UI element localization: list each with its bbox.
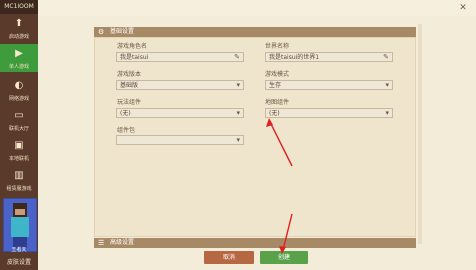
game-name-field[interactable]: 我是taisui ✎ <box>116 52 244 62</box>
rocket-icon: ⬆ <box>14 18 24 29</box>
window-topbar: ✕ <box>38 0 476 16</box>
component-pack-label: 组件包 <box>117 127 136 134</box>
chevron-down-icon: ▾ <box>236 81 240 89</box>
sidebar-item-rent[interactable]: ▥ 租赁服游戏 <box>0 166 38 194</box>
sidebar: MC1IOOM ⬆ 启动游戏 ▶ 单人游戏 ◐ 网络游戏 ▭ 联机大厅 ▣ 本地… <box>0 0 38 270</box>
sidebar-item-local[interactable]: ▣ 本地联机 <box>0 136 38 164</box>
game-mode-select[interactable]: 生存 ▾ <box>265 80 393 90</box>
basic-settings-title: 基础设置 <box>110 28 135 35</box>
version-label: 游戏版本 <box>117 71 142 78</box>
avatar[interactable] <box>3 198 37 252</box>
sidebar-item-label: 本地联机 <box>8 156 29 162</box>
gear-icon: ⚙ <box>98 28 105 36</box>
server-icon: ▥ <box>14 170 24 181</box>
monitor-icon: ▣ <box>14 140 24 151</box>
chat-icon: ▭ <box>14 110 24 121</box>
close-icon[interactable]: ✕ <box>458 3 468 13</box>
basic-settings-header: ⚙ 基础设置 <box>94 27 416 37</box>
app-brand: MC1IOOM <box>0 0 38 14</box>
advanced-settings-title: 高级设置 <box>110 239 135 246</box>
sidebar-item-network[interactable]: ◐ 网络游戏 <box>0 76 38 104</box>
advanced-settings-header[interactable]: ☰ 高级设置 <box>94 238 416 248</box>
game-mode-value: 生存 <box>269 82 282 89</box>
sidebar-item-label: 联机大厅 <box>8 126 29 132</box>
component-pack-select[interactable]: ▾ <box>116 135 244 145</box>
version-value: 基础版 <box>120 82 139 89</box>
play-component-select[interactable]: (无) ▾ <box>116 108 244 118</box>
avatar-body <box>11 217 29 237</box>
play-component-label: 玩法组件 <box>117 99 142 106</box>
sidebar-item-label: 单人游戏 <box>8 64 29 70</box>
sidebar-item-launch[interactable]: ⬆ 启动游戏 <box>0 14 38 42</box>
game-name-label: 游戏角色名 <box>117 43 148 50</box>
version-select[interactable]: 基础版 ▾ <box>116 80 244 90</box>
chevron-down-icon: ▾ <box>385 81 389 89</box>
cancel-button[interactable]: 取消 <box>204 251 254 264</box>
play-component-value: (无) <box>120 110 131 117</box>
globe-icon: ◐ <box>14 80 24 91</box>
map-component-label: 地图组件 <box>265 99 290 106</box>
sidebar-item-single-player[interactable]: ▶ 单人游戏 <box>0 44 38 72</box>
game-name-value: 我是taisui <box>120 54 149 61</box>
world-name-label: 世界名称 <box>265 43 290 50</box>
footer-bar <box>38 248 476 270</box>
pencil-icon[interactable]: ✎ <box>383 53 389 62</box>
create-button[interactable]: 创建 <box>260 251 308 264</box>
map-component-value: (无) <box>269 110 280 117</box>
avatar-face <box>15 209 25 215</box>
skin-settings-link[interactable]: 皮肤设置 <box>4 257 34 266</box>
game-mode-label: 游戏模式 <box>265 71 290 78</box>
sidebar-item-label: 网络游戏 <box>8 96 29 102</box>
pencil-icon[interactable]: ✎ <box>234 53 240 62</box>
sidebar-item-lobby[interactable]: ▭ 联机大厅 <box>0 106 38 134</box>
chevron-down-icon: ▾ <box>236 109 240 117</box>
chevron-down-icon: ▾ <box>236 136 240 144</box>
world-name-field[interactable]: 我是taisui的世界1 ✎ <box>265 52 393 62</box>
world-name-value: 我是taisui的世界1 <box>269 54 320 61</box>
menu-icon: ☰ <box>98 239 105 247</box>
chevron-down-icon: ▾ <box>385 109 389 117</box>
sidebar-item-label: 租赁服游戏 <box>6 186 32 192</box>
scrollbar[interactable] <box>418 24 422 244</box>
avatar-caption: 王者天 <box>11 247 27 253</box>
map-component-select[interactable]: (无) ▾ <box>265 108 393 118</box>
sidebar-item-label: 启动游戏 <box>8 34 29 40</box>
play-icon: ▶ <box>15 48 23 59</box>
